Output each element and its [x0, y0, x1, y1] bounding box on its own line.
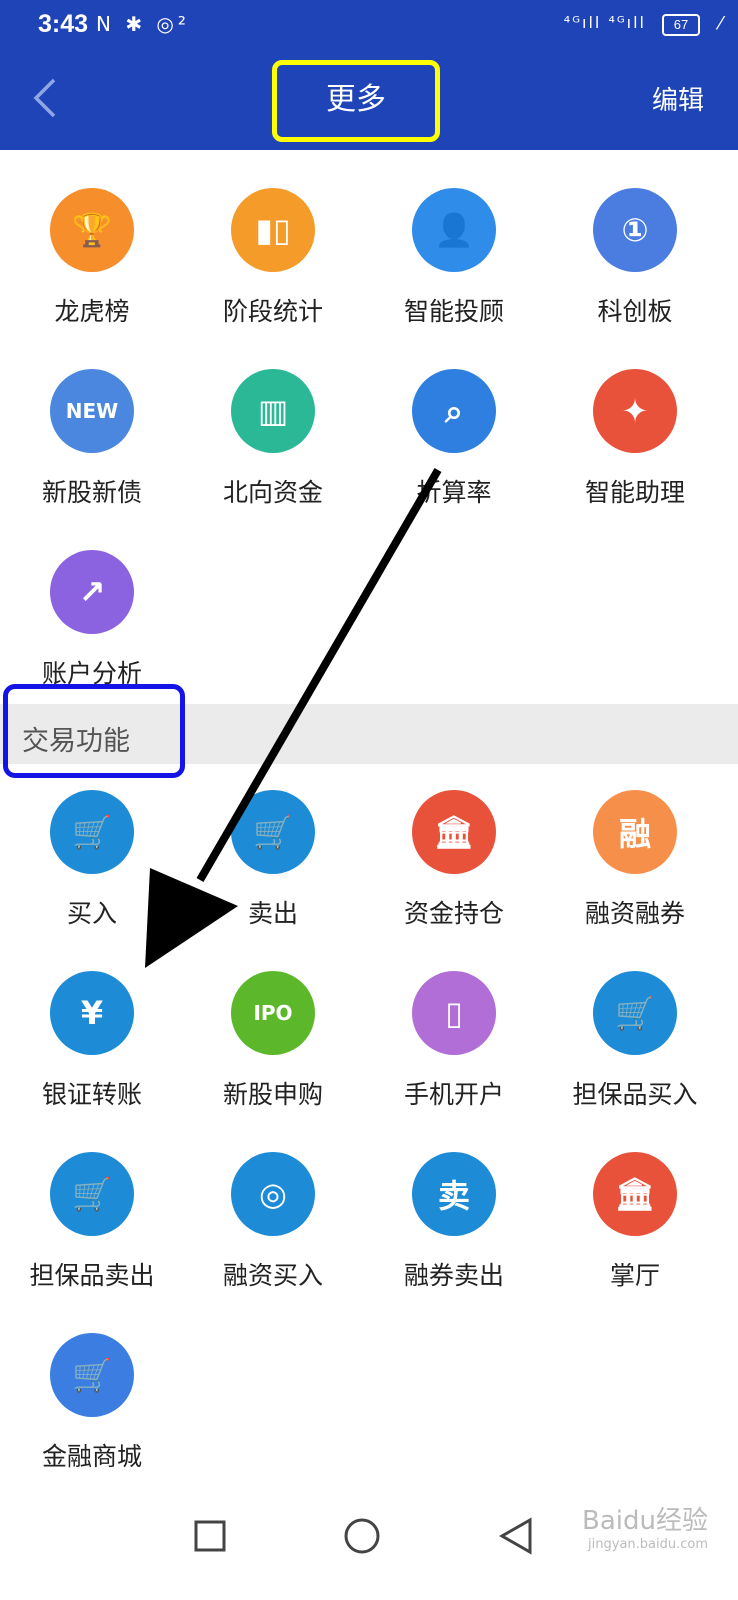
grid-item-voucher[interactable]: 卖融券卖出	[362, 1152, 546, 1322]
trend-icon: ↗	[50, 550, 134, 634]
edit-button[interactable]: 编辑	[652, 80, 704, 117]
ipo-icon: IPO	[231, 971, 315, 1055]
grid-item-margin[interactable]: 融融资融券	[543, 790, 727, 960]
grid-item-label: 银证转账	[41, 1080, 142, 1109]
trophy-icon: 🏆	[50, 188, 134, 272]
grid-item-brain[interactable]: ✦ 智能助理	[543, 369, 727, 539]
grid-item-label: 资金持仓	[403, 899, 504, 928]
grid-item-advisor[interactable]: 👤 智能投顾	[362, 188, 546, 358]
status-bar: 3:43 N ✱ ◎² ⁴ᴳıll ⁴ᴳıll 67 ⁄	[0, 0, 738, 52]
grid-item-trophy[interactable]: 🏆 龙虎榜	[0, 188, 184, 358]
northbound-icon: ▥	[231, 369, 315, 453]
ticket-icon: ①	[593, 188, 677, 272]
search-chart-icon: ⌕	[412, 369, 496, 453]
shopping-cart-icon: 🛒	[50, 1333, 134, 1417]
grid-item-label: 融资买入	[222, 1261, 323, 1290]
grid-item-collateral-sell[interactable]: 🛒 担保品卖出	[0, 1152, 184, 1322]
collateral-sell-icon: 🛒	[50, 1152, 134, 1236]
bank-icon: 🏛	[412, 790, 496, 874]
grid-item-northbound[interactable]: ▥ 北向资金	[181, 369, 365, 539]
phone-icon: ▯	[412, 971, 496, 1055]
brain-icon: ✦	[593, 369, 677, 453]
header-bar: 3:43 N ✱ ◎² ⁴ᴳıll ⁴ᴳıll 67 ⁄ 更多 编辑	[0, 0, 738, 150]
grid-item-cart-buy[interactable]: 🛒 买入	[0, 790, 184, 960]
transfer-icon: ¥	[50, 971, 134, 1055]
recent-apps-button[interactable]	[182, 1508, 242, 1568]
page-title: 更多	[326, 82, 386, 117]
triangle-back-icon	[498, 1517, 532, 1555]
hall-icon: 🏛	[593, 1152, 677, 1236]
grid-item-label: 北向资金	[222, 478, 323, 507]
cart-buy-icon: 🛒	[50, 790, 134, 874]
signal-icon: ⁴ᴳıll ⁴ᴳıll	[563, 13, 646, 32]
watermark-url: jingyan.baidu.com	[588, 1537, 708, 1552]
grid-item-label: 买入	[66, 899, 117, 928]
grid-item-label: 新股新债	[41, 478, 142, 507]
cart-sell-icon: 🛒	[231, 790, 315, 874]
grid-item-label: 科创板	[597, 297, 673, 326]
new-stock-icon: NEW	[50, 369, 134, 453]
grid-item-ipo[interactable]: IPO 新股申购	[181, 971, 365, 1141]
grid-item-bank[interactable]: 🏛 资金持仓	[362, 790, 546, 960]
status-time: 3:43	[38, 10, 89, 38]
grid-item-label: 阶段统计	[222, 297, 323, 326]
coins-icon: ◎	[231, 1152, 315, 1236]
chevron-left-icon	[33, 78, 56, 118]
grid-item-label: 融券卖出	[403, 1261, 504, 1290]
grid-item-search-chart[interactable]: ⌕ 折算率	[362, 369, 546, 539]
watermark: Baidu经验 jingyan.baidu.com	[582, 1500, 708, 1552]
grid-item-label: 担保品卖出	[29, 1261, 155, 1290]
back-nav-button[interactable]	[488, 1508, 548, 1568]
back-button[interactable]	[30, 76, 70, 126]
grid-item-label: 智能投顾	[403, 297, 504, 326]
advisor-icon: 👤	[412, 188, 496, 272]
square-icon	[194, 1520, 226, 1552]
grid-item-hall[interactable]: 🏛 掌厅	[543, 1152, 727, 1322]
grid-item-label: 担保品买入	[572, 1080, 698, 1109]
grid-item-label: 卖出	[247, 899, 298, 928]
grid-item-label: 手机开户	[403, 1080, 504, 1109]
candlestick-icon: ▮▯	[231, 188, 315, 272]
grid-item-cart-sell[interactable]: 🛒 卖出	[181, 790, 365, 960]
grid-item-ticket[interactable]: ① 科创板	[543, 188, 727, 358]
grid-item-coins[interactable]: ◎ 融资买入	[181, 1152, 365, 1322]
home-button[interactable]	[334, 1508, 394, 1568]
grid-item-new-stock[interactable]: NEW 新股新债	[0, 369, 184, 539]
grid-item-label: 龙虎榜	[54, 297, 130, 326]
grid-item-transfer[interactable]: ¥ 银证转账	[0, 971, 184, 1141]
grid-item-label: 融资融券	[584, 899, 685, 928]
watermark-brand: Baidu经验	[582, 1506, 708, 1536]
grid-item-label: 新股申购	[222, 1080, 323, 1109]
grid-item-label: 折算率	[416, 478, 492, 507]
grid-item-label: 掌厅	[609, 1261, 660, 1290]
grid-item-collateral-buy[interactable]: 🛒 担保品买入	[543, 971, 727, 1141]
grid-item-candlestick[interactable]: ▮▯ 阶段统计	[181, 188, 365, 358]
grid-item-phone[interactable]: ▯ 手机开户	[362, 971, 546, 1141]
voucher-icon: 卖	[412, 1152, 496, 1236]
battery-icon: 67	[662, 14, 700, 36]
grid-item-label: 金融商城	[41, 1442, 142, 1471]
status-icons: N ✱ ◎²	[96, 12, 190, 36]
circle-icon	[344, 1518, 380, 1554]
grid-item-label: 智能助理	[584, 478, 685, 507]
collateral-buy-icon: 🛒	[593, 971, 677, 1055]
leaf-icon: ⁄	[718, 13, 722, 34]
margin-icon: 融	[593, 790, 677, 874]
grid-item-shopping-cart[interactable]: 🛒 金融商城	[0, 1333, 184, 1503]
section-highlight	[3, 684, 185, 778]
